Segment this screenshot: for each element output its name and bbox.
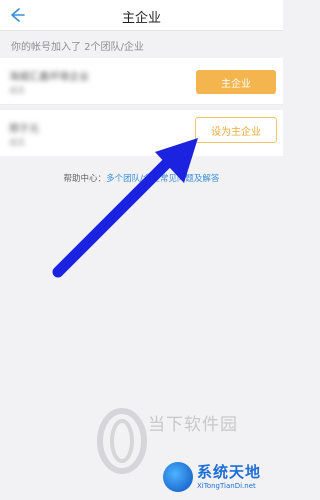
xitong-watermark: 系统天地 xyxy=(197,463,262,481)
dangxia-logo-icon xyxy=(97,408,147,474)
xitong-logo-icon xyxy=(163,462,193,492)
xitong-watermark-url: XiTongTianDi.net xyxy=(197,482,256,490)
dangxia-watermark: 当下软件园 xyxy=(148,415,238,435)
